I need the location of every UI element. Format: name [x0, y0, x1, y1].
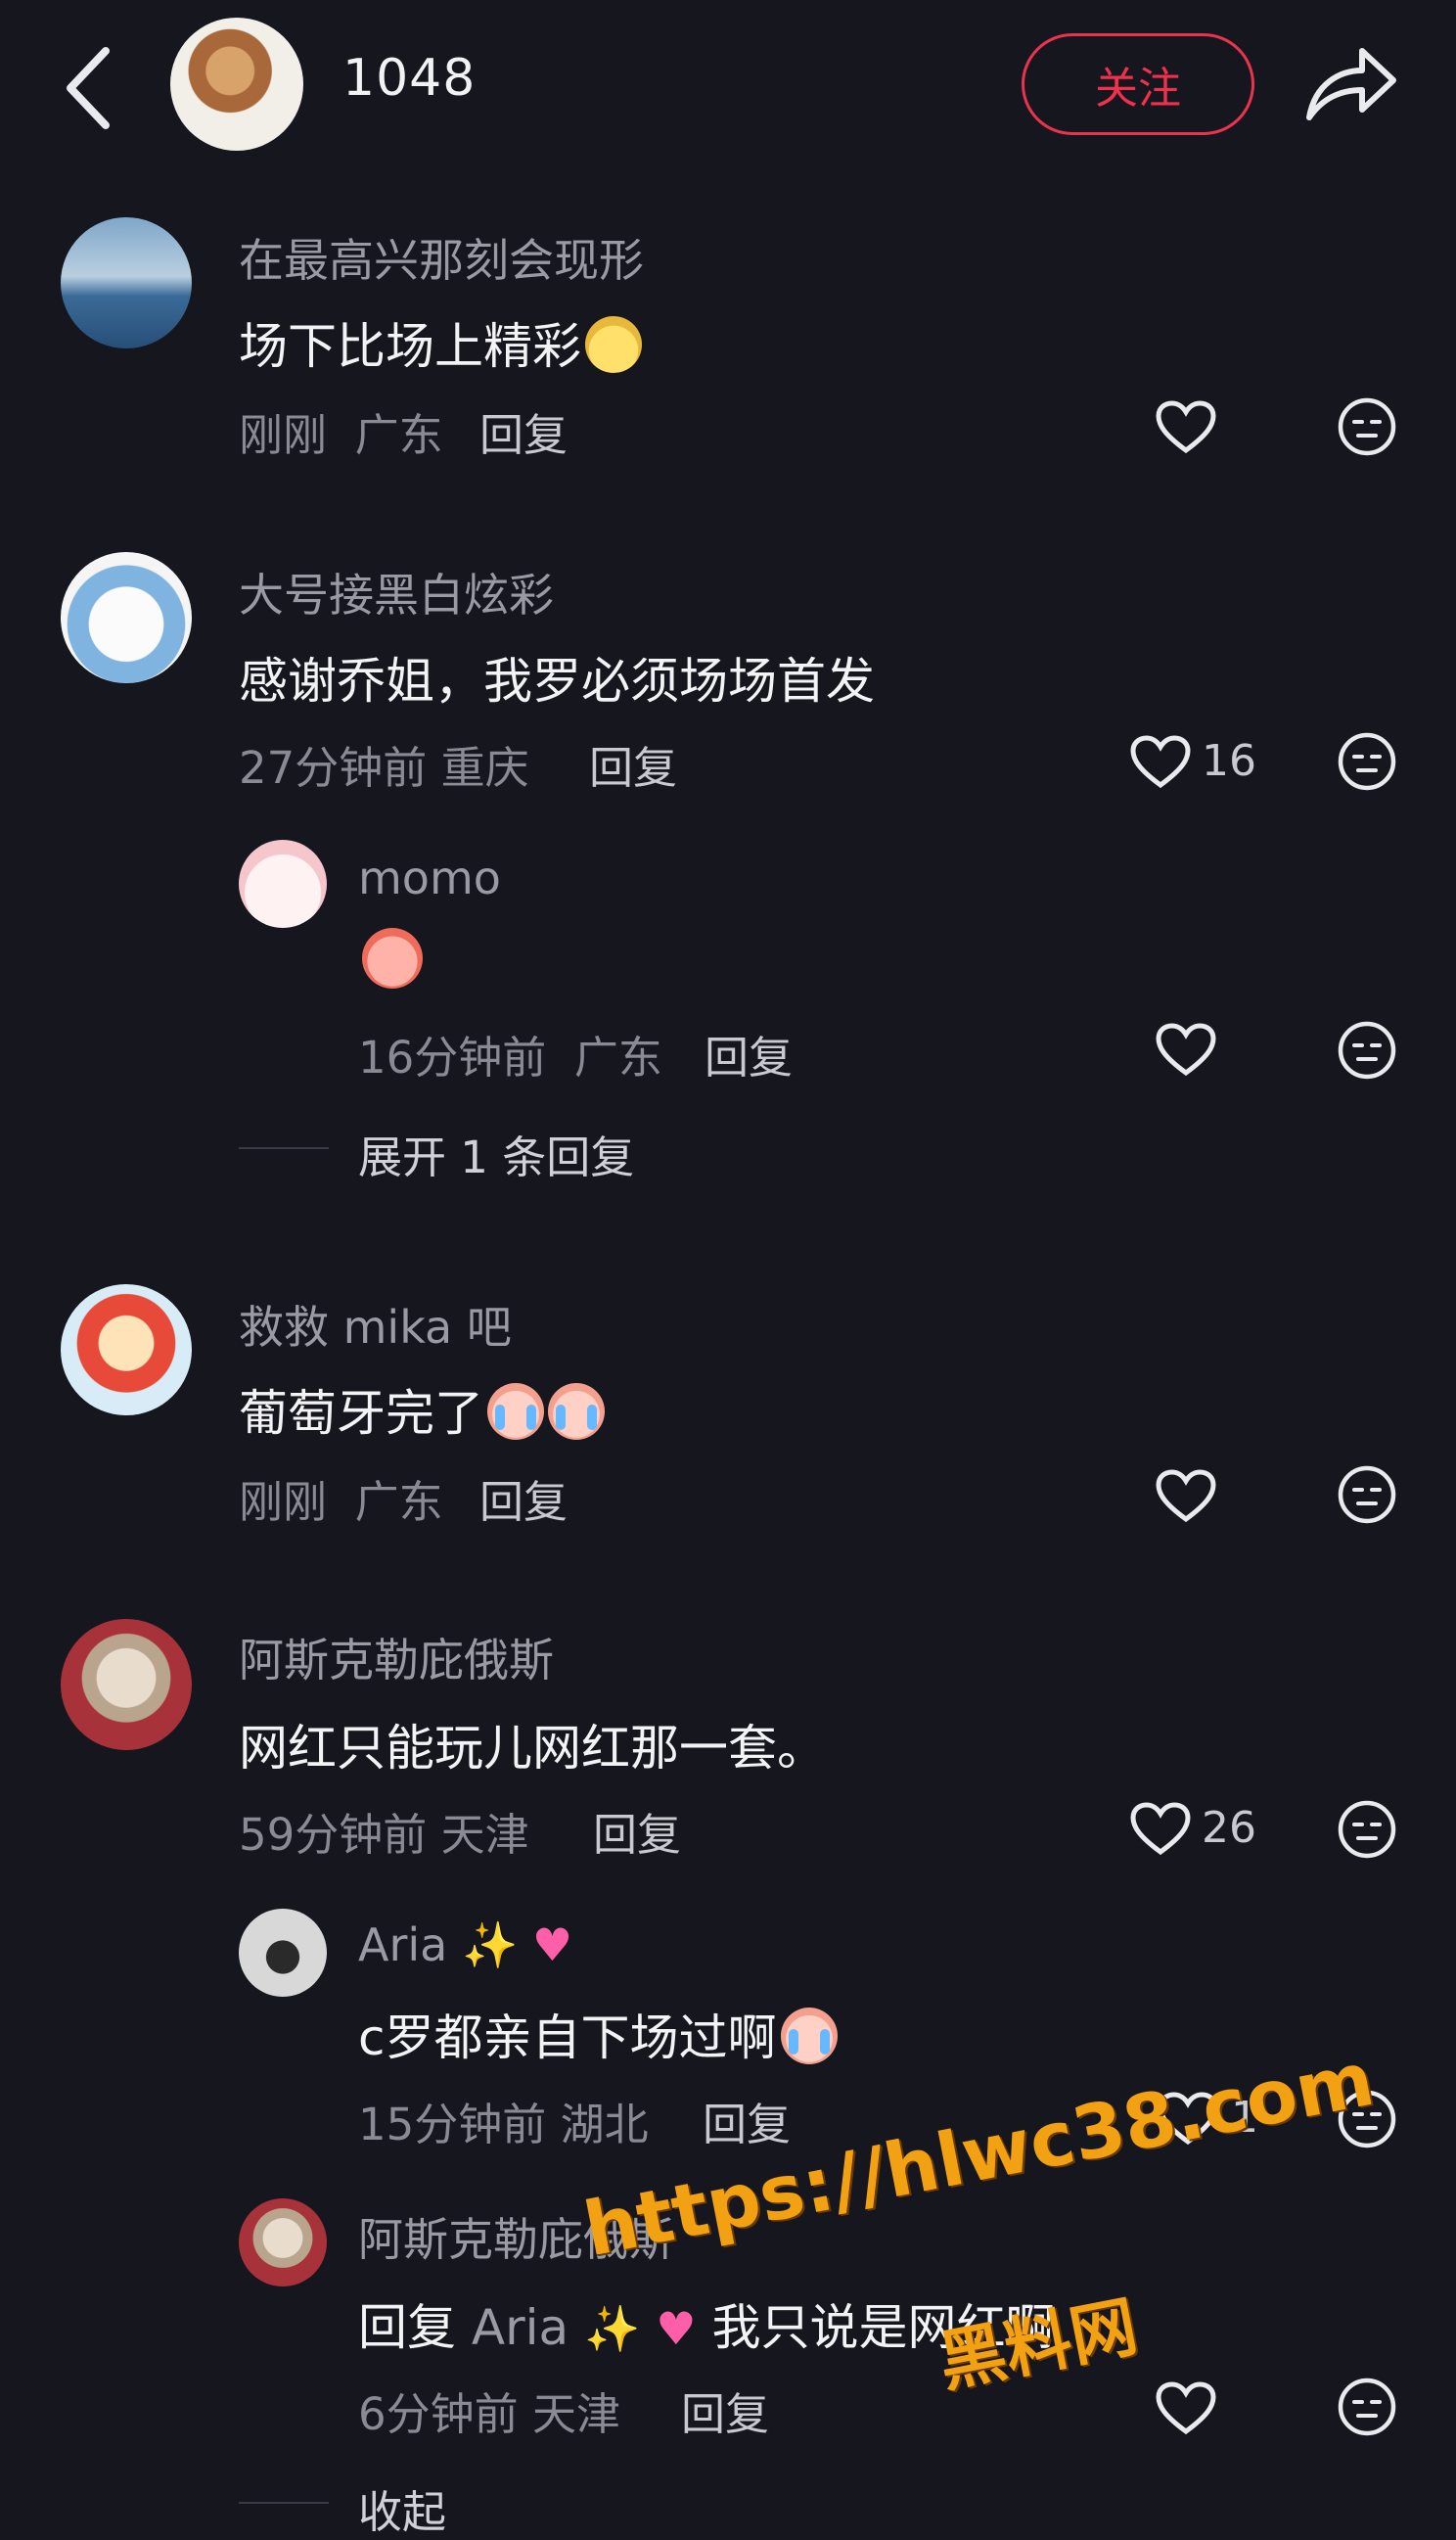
crying-face-emoji-icon — [487, 1383, 544, 1440]
heart-icon[interactable] — [1129, 734, 1192, 789]
crying-face-emoji-icon — [548, 1383, 605, 1440]
sparkles-icon: ✨ — [461, 1918, 519, 1971]
comment-meta: 27分钟前 重庆 — [239, 732, 529, 796]
sparkles-icon: ✨ — [584, 2302, 641, 2355]
dislike-face-icon[interactable] — [1337, 1799, 1397, 1860]
reply-button[interactable]: 回复 — [479, 399, 568, 463]
avatar[interactable] — [239, 2198, 327, 2286]
comment-text: 葡萄牙完了 — [239, 1374, 605, 1445]
reply-time: 15分钟前 — [358, 2099, 547, 2150]
dislike-face-icon[interactable] — [1337, 2377, 1397, 2437]
collapse-replies-button[interactable]: 收起 — [358, 2476, 446, 2540]
dislike-face-icon[interactable] — [1337, 731, 1397, 792]
reply-text: c罗都亲自下场过啊 — [358, 1999, 838, 2069]
pink-heart-icon: ♥ — [656, 2302, 697, 2355]
dislike-face-icon[interactable] — [1337, 1464, 1397, 1525]
reply-meta: 6分钟前 天津 — [358, 2378, 620, 2442]
reply-prefix: 回复 — [358, 2299, 456, 2356]
comment-text: 网红只能玩儿网红那一套。 — [239, 1720, 826, 1777]
dislike-face-icon[interactable] — [1337, 1020, 1397, 1081]
comment-time: 刚刚 — [239, 1476, 328, 1528]
like-count: 26 — [1202, 1803, 1256, 1853]
reply-location: 广东 — [573, 1032, 662, 1084]
comment-location: 广东 — [354, 409, 443, 461]
reply-text — [358, 928, 423, 989]
comment-username[interactable]: 阿斯克勒庇俄斯 — [239, 1625, 554, 1689]
avatar[interactable] — [61, 552, 192, 683]
comment-meta: 刚刚 广东 — [239, 1466, 443, 1530]
comment-meta: 刚刚 广东 — [239, 399, 443, 463]
comment-time: 59分钟前 — [239, 1809, 428, 1861]
heart-icon[interactable] — [1155, 1468, 1217, 1523]
reply-text-content: c罗都亲自下场过啊 — [358, 2009, 777, 2066]
reply-location: 天津 — [531, 2388, 620, 2440]
avatar[interactable] — [61, 1284, 192, 1415]
follow-button[interactable]: 关注 — [1022, 33, 1254, 135]
share-arrow-icon[interactable] — [1301, 39, 1399, 127]
avatar[interactable] — [61, 1619, 192, 1750]
comment-location: 重庆 — [440, 742, 529, 794]
comment-text: 感谢乔姐，我罗必须场场首发 — [239, 653, 875, 710]
like-count: 16 — [1202, 736, 1256, 786]
crying-face-emoji-icon — [362, 928, 423, 989]
watermark-url: https://hlwc38.com — [577, 2034, 1381, 2274]
dislike-face-icon[interactable] — [1337, 396, 1397, 457]
reply-time: 16分钟前 — [358, 1032, 547, 1084]
profile-avatar[interactable] — [170, 18, 303, 151]
reply-to-username[interactable]: Aria — [472, 2299, 569, 2356]
comment-username[interactable]: 大号接黑白炫彩 — [239, 560, 554, 624]
expand-replies-button[interactable]: 展开 1 条回复 — [358, 1122, 634, 1185]
heart-icon[interactable] — [1155, 1022, 1217, 1077]
reply-meta: 16分钟前 广东 — [358, 1022, 662, 1085]
expand-divider — [239, 1147, 329, 1149]
reply-button[interactable]: 回复 — [593, 1799, 681, 1863]
reply-username-text: Aria — [358, 1918, 448, 1971]
reply-location: 湖北 — [560, 2099, 649, 2150]
reply-time: 6分钟前 — [358, 2388, 519, 2440]
reply-meta: 15分钟前 湖北 — [358, 2089, 649, 2152]
heart-icon[interactable] — [1129, 1801, 1192, 1856]
comment-meta: 59分钟前 天津 — [239, 1799, 529, 1863]
reply-button[interactable]: 回复 — [479, 1466, 568, 1530]
page-title: 1048 — [342, 49, 477, 108]
reply-button[interactable]: 回复 — [681, 2378, 769, 2442]
reply-username[interactable]: momo — [358, 852, 501, 904]
reply-button[interactable]: 回复 — [589, 732, 677, 796]
comment-username[interactable]: 救救 mika 吧 — [239, 1292, 512, 1357]
comment-location: 天津 — [440, 1809, 529, 1861]
heart-icon[interactable] — [1155, 399, 1217, 454]
comment-time: 27分钟前 — [239, 742, 428, 794]
comment-text-content: 葡萄牙完了 — [239, 1385, 483, 1442]
comment-location: 广东 — [354, 1476, 443, 1528]
pink-heart-icon: ♥ — [531, 1918, 573, 1971]
comment-text-content: 场下比场上精彩 — [239, 318, 581, 375]
pear-face-emoji-icon — [585, 316, 642, 373]
reply-button[interactable]: 回复 — [703, 2089, 791, 2152]
comment-text: 场下比场上精彩 — [239, 307, 642, 378]
collapse-divider — [239, 2502, 329, 2504]
avatar[interactable] — [61, 217, 192, 348]
comment-username[interactable]: 在最高兴那刻会现形 — [239, 225, 644, 290]
comment-time: 刚刚 — [239, 409, 328, 461]
chevron-left-icon[interactable] — [59, 39, 117, 137]
reply-username[interactable]: Aria ✨ ♥ — [358, 1918, 572, 1972]
avatar[interactable] — [239, 840, 327, 928]
avatar[interactable] — [239, 1909, 327, 1997]
crying-face-emoji-icon — [780, 2008, 838, 2064]
reply-button[interactable]: 回复 — [705, 1022, 793, 1085]
heart-icon[interactable] — [1155, 2380, 1217, 2435]
